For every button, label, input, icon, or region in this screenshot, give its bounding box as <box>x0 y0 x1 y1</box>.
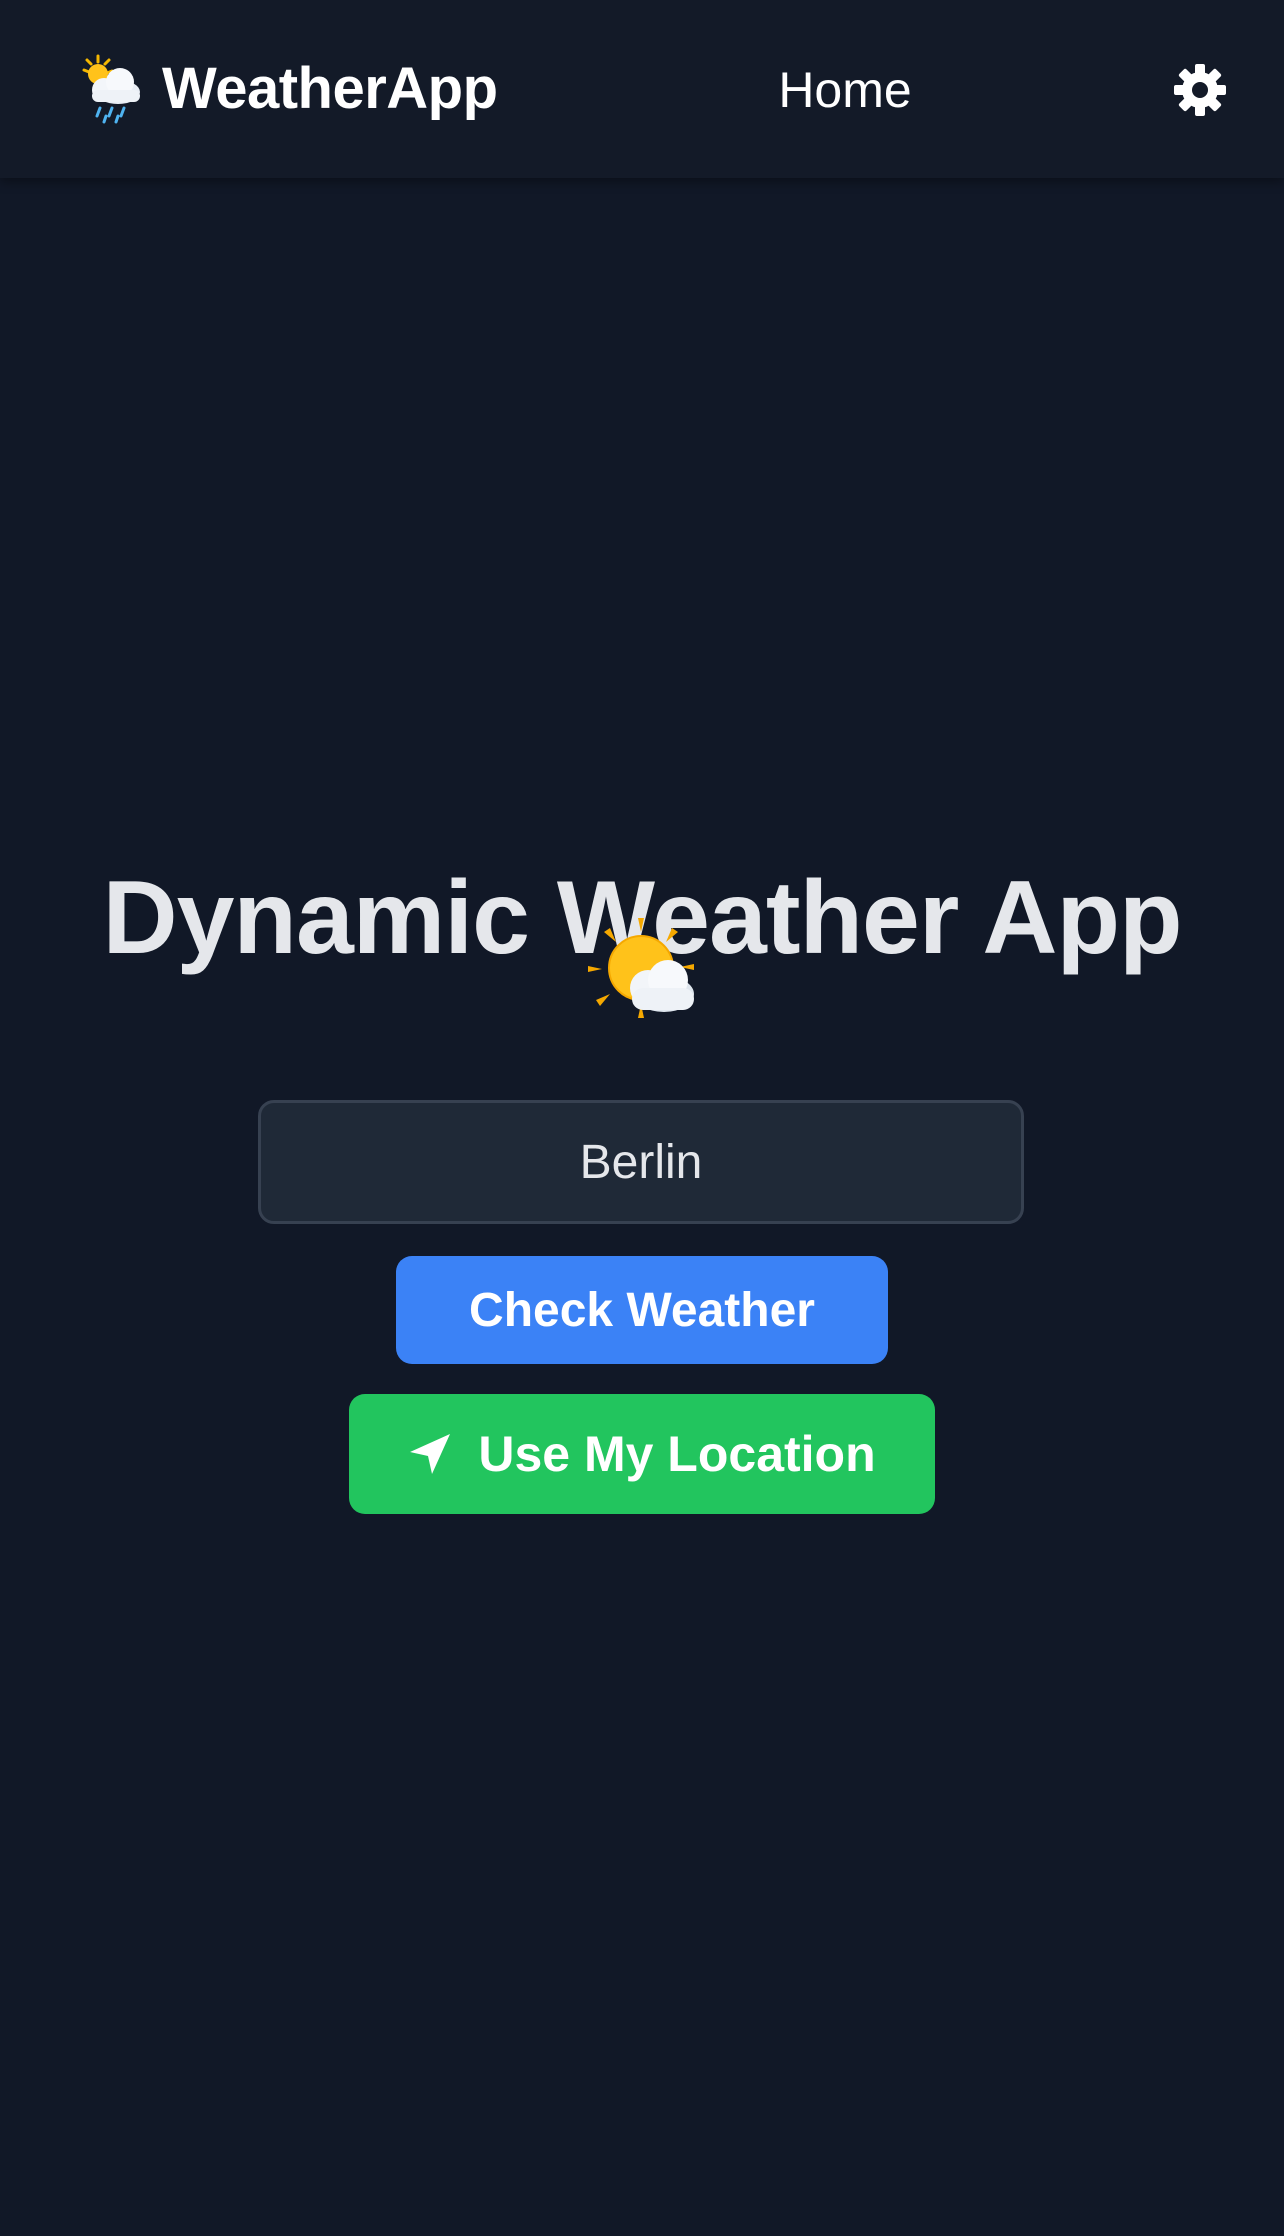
gear-icon[interactable] <box>1170 60 1230 120</box>
brand-name: WeatherApp <box>162 56 498 121</box>
nav-home-link[interactable]: Home <box>760 58 930 122</box>
check-weather-label: Check Weather <box>469 1283 815 1337</box>
use-my-location-button[interactable]: Use My Location <box>349 1394 935 1514</box>
brand-link[interactable]: WeatherApp <box>78 54 498 124</box>
use-my-location-label: Use My Location <box>478 1426 876 1482</box>
location-arrow-icon <box>410 1434 451 1474</box>
sun-cloud-rain-icon <box>82 54 140 124</box>
sun-behind-cloud-icon <box>588 918 694 1018</box>
check-weather-button[interactable]: Check Weather <box>396 1256 888 1364</box>
city-search-input[interactable] <box>258 1100 1024 1224</box>
navbar: WeatherApp Home <box>0 0 1284 178</box>
